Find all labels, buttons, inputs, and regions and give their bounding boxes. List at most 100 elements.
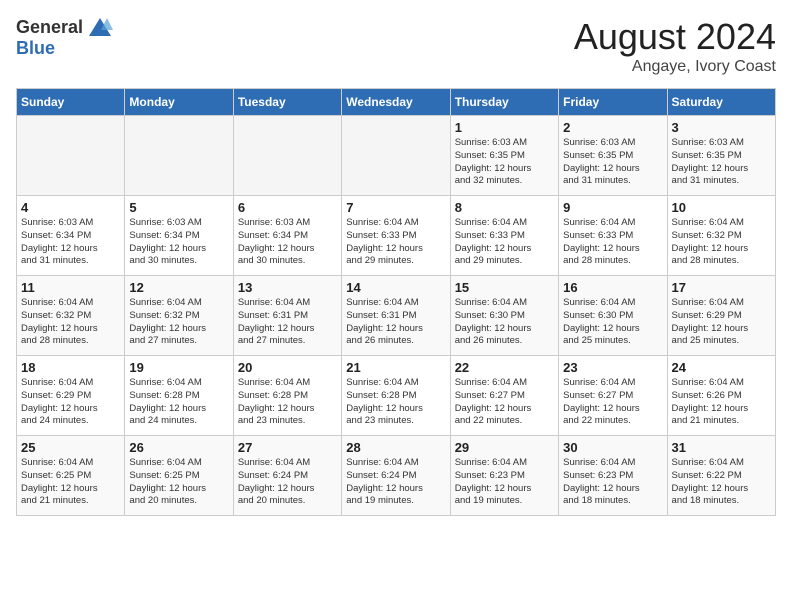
header-day-thursday: Thursday <box>450 89 558 116</box>
calendar-cell: 26 Sunrise: 6:04 AM Sunset: 6:25 PM Dayli… <box>125 436 233 516</box>
day-info: Sunrise: 6:04 AM Sunset: 6:28 PM Dayligh… <box>129 377 228 428</box>
day-info: Sunrise: 6:04 AM Sunset: 6:33 PM Dayligh… <box>563 217 662 268</box>
header-day-sunday: Sunday <box>17 89 125 116</box>
day-number: 10 <box>672 200 771 215</box>
month-year-title: August 2024 <box>574 16 776 58</box>
day-info: Sunrise: 6:04 AM Sunset: 6:27 PM Dayligh… <box>563 377 662 428</box>
day-number: 27 <box>238 440 337 455</box>
day-info: Sunrise: 6:04 AM Sunset: 6:28 PM Dayligh… <box>238 377 337 428</box>
logo-general-text: General <box>16 17 83 38</box>
day-number: 23 <box>563 360 662 375</box>
calendar-cell: 4 Sunrise: 6:03 AM Sunset: 6:34 PM Daylig… <box>17 196 125 276</box>
calendar-cell: 7Sunrise: 6:04 AM Sunset: 6:33 PM Daylig… <box>342 196 450 276</box>
day-number: 28 <box>346 440 445 455</box>
calendar-week-3: 18 Sunrise: 6:04 AM Sunset: 6:29 PM Dayli… <box>17 356 776 436</box>
day-number: 8 <box>455 200 554 215</box>
day-number: 2 <box>563 120 662 135</box>
header-day-wednesday: Wednesday <box>342 89 450 116</box>
day-number: 22 <box>455 360 554 375</box>
calendar-cell: 28 Sunrise: 6:04 AM Sunset: 6:24 PM Dayli… <box>342 436 450 516</box>
day-info: Sunrise: 6:03 AM Sunset: 6:35 PM Dayligh… <box>672 137 771 188</box>
day-info: Sunrise: 6:04 AM Sunset: 6:32 PM Dayligh… <box>129 297 228 348</box>
day-number: 11 <box>21 280 120 295</box>
day-number: 13 <box>238 280 337 295</box>
calendar-body: 1Sunrise: 6:03 AM Sunset: 6:35 PM Daylig… <box>17 116 776 516</box>
calendar-week-2: 11 Sunrise: 6:04 AM Sunset: 6:32 PM Dayli… <box>17 276 776 356</box>
calendar-cell: 17 Sunrise: 6:04 AM Sunset: 6:29 PM Dayli… <box>667 276 775 356</box>
day-number: 6 <box>238 200 337 215</box>
calendar-cell <box>17 116 125 196</box>
day-info: Sunrise: 6:04 AM Sunset: 6:28 PM Dayligh… <box>346 377 445 428</box>
day-number: 4 <box>21 200 120 215</box>
day-info: Sunrise: 6:04 AM Sunset: 6:22 PM Dayligh… <box>672 457 771 508</box>
header-day-monday: Monday <box>125 89 233 116</box>
day-number: 19 <box>129 360 228 375</box>
day-info: Sunrise: 6:03 AM Sunset: 6:34 PM Dayligh… <box>129 217 228 268</box>
calendar-cell: 6 Sunrise: 6:03 AM Sunset: 6:34 PM Daylig… <box>233 196 341 276</box>
calendar-table: SundayMondayTuesdayWednesdayThursdayFrid… <box>16 88 776 516</box>
calendar-cell: 18 Sunrise: 6:04 AM Sunset: 6:29 PM Dayli… <box>17 356 125 436</box>
day-info: Sunrise: 6:04 AM Sunset: 6:29 PM Dayligh… <box>672 297 771 348</box>
day-number: 17 <box>672 280 771 295</box>
calendar-cell: 1Sunrise: 6:03 AM Sunset: 6:35 PM Daylig… <box>450 116 558 196</box>
day-info: Sunrise: 6:04 AM Sunset: 6:31 PM Dayligh… <box>238 297 337 348</box>
day-info: Sunrise: 6:04 AM Sunset: 6:32 PM Dayligh… <box>21 297 120 348</box>
calendar-cell: 12Sunrise: 6:04 AM Sunset: 6:32 PM Dayli… <box>125 276 233 356</box>
day-info: Sunrise: 6:03 AM Sunset: 6:34 PM Dayligh… <box>238 217 337 268</box>
calendar-cell: 3 Sunrise: 6:03 AM Sunset: 6:35 PM Daylig… <box>667 116 775 196</box>
day-number: 20 <box>238 360 337 375</box>
calendar-cell: 27 Sunrise: 6:04 AM Sunset: 6:24 PM Dayli… <box>233 436 341 516</box>
day-number: 3 <box>672 120 771 135</box>
day-number: 9 <box>563 200 662 215</box>
calendar-cell: 25 Sunrise: 6:04 AM Sunset: 6:25 PM Dayli… <box>17 436 125 516</box>
calendar-cell: 23 Sunrise: 6:04 AM Sunset: 6:27 PM Dayli… <box>559 356 667 436</box>
calendar-cell <box>233 116 341 196</box>
calendar-cell: 30Sunrise: 6:04 AM Sunset: 6:23 PM Dayli… <box>559 436 667 516</box>
calendar-cell: 9 Sunrise: 6:04 AM Sunset: 6:33 PM Daylig… <box>559 196 667 276</box>
day-number: 24 <box>672 360 771 375</box>
day-info: Sunrise: 6:04 AM Sunset: 6:30 PM Dayligh… <box>455 297 554 348</box>
day-info: Sunrise: 6:04 AM Sunset: 6:25 PM Dayligh… <box>129 457 228 508</box>
calendar-cell <box>342 116 450 196</box>
day-info: Sunrise: 6:04 AM Sunset: 6:29 PM Dayligh… <box>21 377 120 428</box>
day-number: 14 <box>346 280 445 295</box>
day-info: Sunrise: 6:04 AM Sunset: 6:25 PM Dayligh… <box>21 457 120 508</box>
calendar-cell: 10 Sunrise: 6:04 AM Sunset: 6:32 PM Dayli… <box>667 196 775 276</box>
calendar-cell: 16 Sunrise: 6:04 AM Sunset: 6:30 PM Dayli… <box>559 276 667 356</box>
day-info: Sunrise: 6:04 AM Sunset: 6:33 PM Dayligh… <box>455 217 554 268</box>
day-info: Sunrise: 6:03 AM Sunset: 6:35 PM Dayligh… <box>455 137 554 188</box>
day-number: 21 <box>346 360 445 375</box>
day-info: Sunrise: 6:04 AM Sunset: 6:24 PM Dayligh… <box>238 457 337 508</box>
calendar-week-4: 25 Sunrise: 6:04 AM Sunset: 6:25 PM Dayli… <box>17 436 776 516</box>
day-info: Sunrise: 6:03 AM Sunset: 6:34 PM Dayligh… <box>21 217 120 268</box>
day-info: Sunrise: 6:04 AM Sunset: 6:27 PM Dayligh… <box>455 377 554 428</box>
day-info: Sunrise: 6:04 AM Sunset: 6:24 PM Dayligh… <box>346 457 445 508</box>
header-day-friday: Friday <box>559 89 667 116</box>
header-row: SundayMondayTuesdayWednesdayThursdayFrid… <box>17 89 776 116</box>
calendar-cell: 8 Sunrise: 6:04 AM Sunset: 6:33 PM Daylig… <box>450 196 558 276</box>
day-number: 30 <box>563 440 662 455</box>
day-number: 15 <box>455 280 554 295</box>
day-number: 26 <box>129 440 228 455</box>
day-number: 31 <box>672 440 771 455</box>
calendar-week-0: 1Sunrise: 6:03 AM Sunset: 6:35 PM Daylig… <box>17 116 776 196</box>
logo-icon <box>87 16 113 38</box>
day-number: 5 <box>129 200 228 215</box>
calendar-cell: 22 Sunrise: 6:04 AM Sunset: 6:27 PM Dayli… <box>450 356 558 436</box>
calendar-cell: 14Sunrise: 6:04 AM Sunset: 6:31 PM Dayli… <box>342 276 450 356</box>
header-day-tuesday: Tuesday <box>233 89 341 116</box>
calendar-header: SundayMondayTuesdayWednesdayThursdayFrid… <box>17 89 776 116</box>
day-info: Sunrise: 6:04 AM Sunset: 6:26 PM Dayligh… <box>672 377 771 428</box>
day-info: Sunrise: 6:04 AM Sunset: 6:32 PM Dayligh… <box>672 217 771 268</box>
calendar-cell: 11 Sunrise: 6:04 AM Sunset: 6:32 PM Dayli… <box>17 276 125 356</box>
calendar-week-1: 4 Sunrise: 6:03 AM Sunset: 6:34 PM Daylig… <box>17 196 776 276</box>
day-info: Sunrise: 6:04 AM Sunset: 6:30 PM Dayligh… <box>563 297 662 348</box>
calendar-cell: 2Sunrise: 6:03 AM Sunset: 6:35 PM Daylig… <box>559 116 667 196</box>
day-number: 16 <box>563 280 662 295</box>
day-number: 18 <box>21 360 120 375</box>
day-number: 29 <box>455 440 554 455</box>
page-header: General Blue August 2024 Angaye, Ivory C… <box>16 16 776 76</box>
day-number: 25 <box>21 440 120 455</box>
day-info: Sunrise: 6:04 AM Sunset: 6:23 PM Dayligh… <box>455 457 554 508</box>
calendar-cell: 19 Sunrise: 6:04 AM Sunset: 6:28 PM Dayli… <box>125 356 233 436</box>
